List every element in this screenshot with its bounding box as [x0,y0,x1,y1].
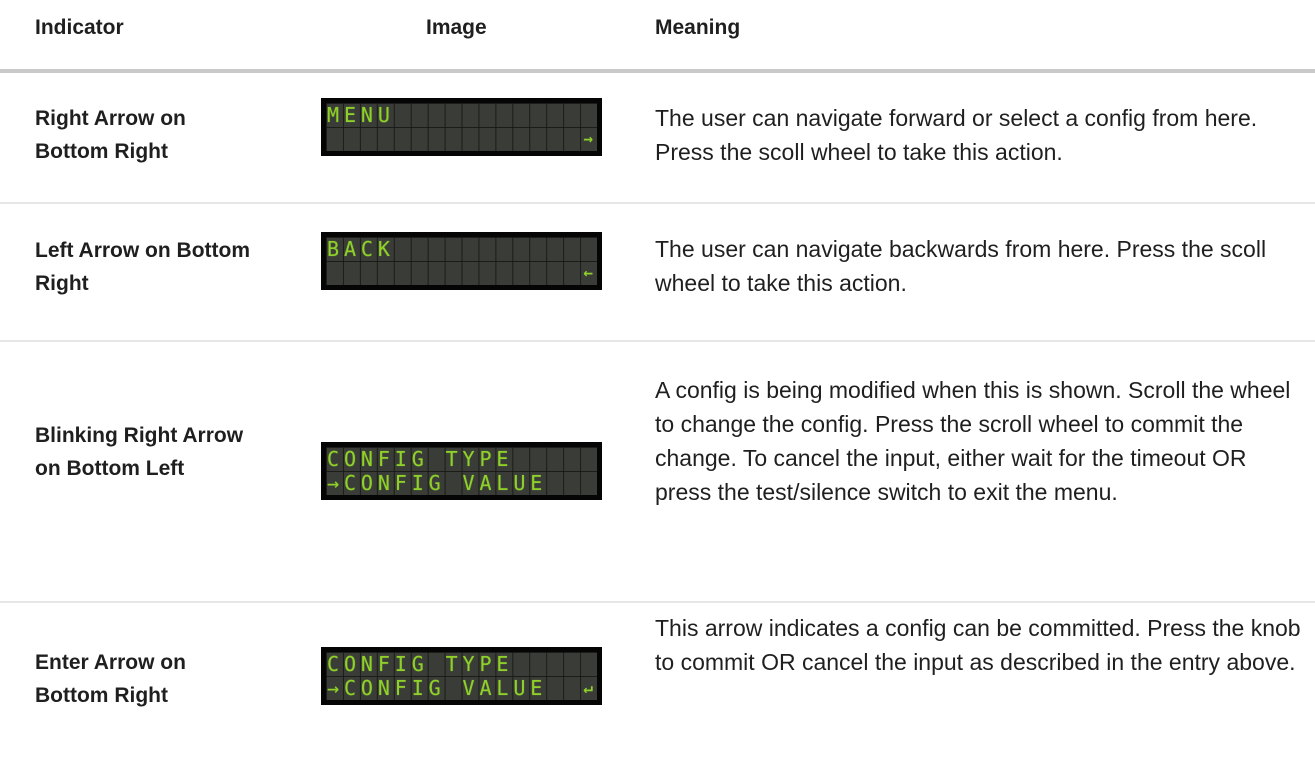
header-image: Image [426,16,487,39]
lcd-line-1: MENU [327,103,395,127]
lcd-line-2: →CONFIG VALUE [327,471,548,495]
indicator-table: Indicator Image Meaning Right Arrow on B… [0,0,1315,773]
lcd-line-1: CONFIG TYPE [327,652,514,676]
right-arrow-icon: → [583,129,593,148]
lcd-screen: CONFIG TYPE →CONFIG VALUE ↵ [326,652,597,700]
lcd-screen: CONFIG TYPE →CONFIG VALUE [326,447,597,495]
indicator-label: Blinking Right Arrow on Bottom Left [35,424,244,480]
enter-arrow-icon: ↵ [583,678,593,697]
table-row: Blinking Right Arrow on Bottom Left CONF… [0,342,1315,603]
lcd-line-1: CONFIG TYPE [327,447,514,471]
lcd-display-image: CONFIG TYPE →CONFIG VALUE [321,442,602,500]
table-row: Enter Arrow on Bottom Right CONFIG TYPE … [0,603,1315,773]
meaning-text: The user can navigate backwards from her… [655,236,1267,296]
lcd-display-image: MENU → [321,98,602,156]
lcd-display-image: CONFIG TYPE →CONFIG VALUE ↵ [321,647,602,705]
lcd-line-2: →CONFIG VALUE [327,676,548,700]
lcd-display-image: BACK ← [321,232,602,290]
header-meaning: Meaning [655,16,741,39]
table-row: Right Arrow on Bottom Right MENU → The u… [0,73,1315,204]
meaning-text: The user can navigate forward or select … [655,105,1258,165]
indicator-label: Right Arrow on Bottom Right [35,107,186,163]
meaning-text: This arrow indicates a config can be com… [655,615,1301,675]
table-row: Left Arrow on Bottom Right BACK ← The us… [0,204,1315,342]
lcd-line-1: BACK [327,237,395,261]
left-arrow-icon: ← [583,263,593,282]
indicator-label: Enter Arrow on Bottom Right [35,651,186,707]
meaning-text: A config is being modified when this is … [655,377,1291,505]
header-indicator: Indicator [35,16,124,39]
indicator-label: Left Arrow on Bottom Right [35,239,251,295]
lcd-screen: MENU → [326,103,597,151]
table-header: Indicator Image Meaning [0,0,1315,73]
lcd-screen: BACK ← [326,237,597,285]
